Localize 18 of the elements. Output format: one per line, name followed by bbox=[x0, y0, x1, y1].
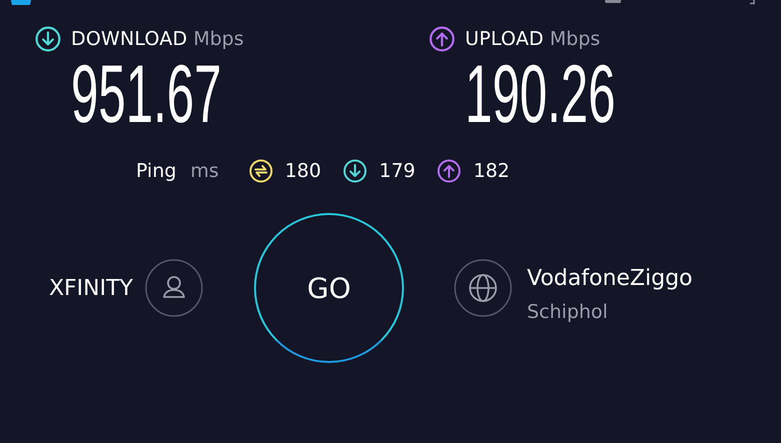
go-button[interactable]: GO bbox=[254, 213, 404, 363]
speed-value: 190.26 bbox=[465, 54, 616, 136]
server-name: VodafoneZiggo bbox=[527, 266, 693, 290]
provider-name: XFINITY bbox=[48, 276, 133, 300]
ping-value: 182 bbox=[473, 160, 510, 182]
person-icon[interactable] bbox=[145, 259, 203, 317]
unit-label: Mbps bbox=[193, 28, 244, 50]
speed-value: 951.67 bbox=[71, 54, 222, 136]
result-label: DOWNLOAD bbox=[71, 28, 188, 50]
server-location: Schiphol bbox=[527, 300, 609, 322]
ping-value: 179 bbox=[379, 160, 416, 182]
unit-label: ms bbox=[190, 160, 219, 182]
ping-value: 180 bbox=[284, 160, 322, 182]
ping-label: Ping bbox=[136, 160, 176, 182]
globe-icon[interactable] bbox=[454, 259, 512, 317]
swap-arrows-icon bbox=[248, 159, 273, 183]
result-label: UPLOAD bbox=[465, 28, 544, 50]
unit-label: Mbps bbox=[550, 28, 600, 50]
